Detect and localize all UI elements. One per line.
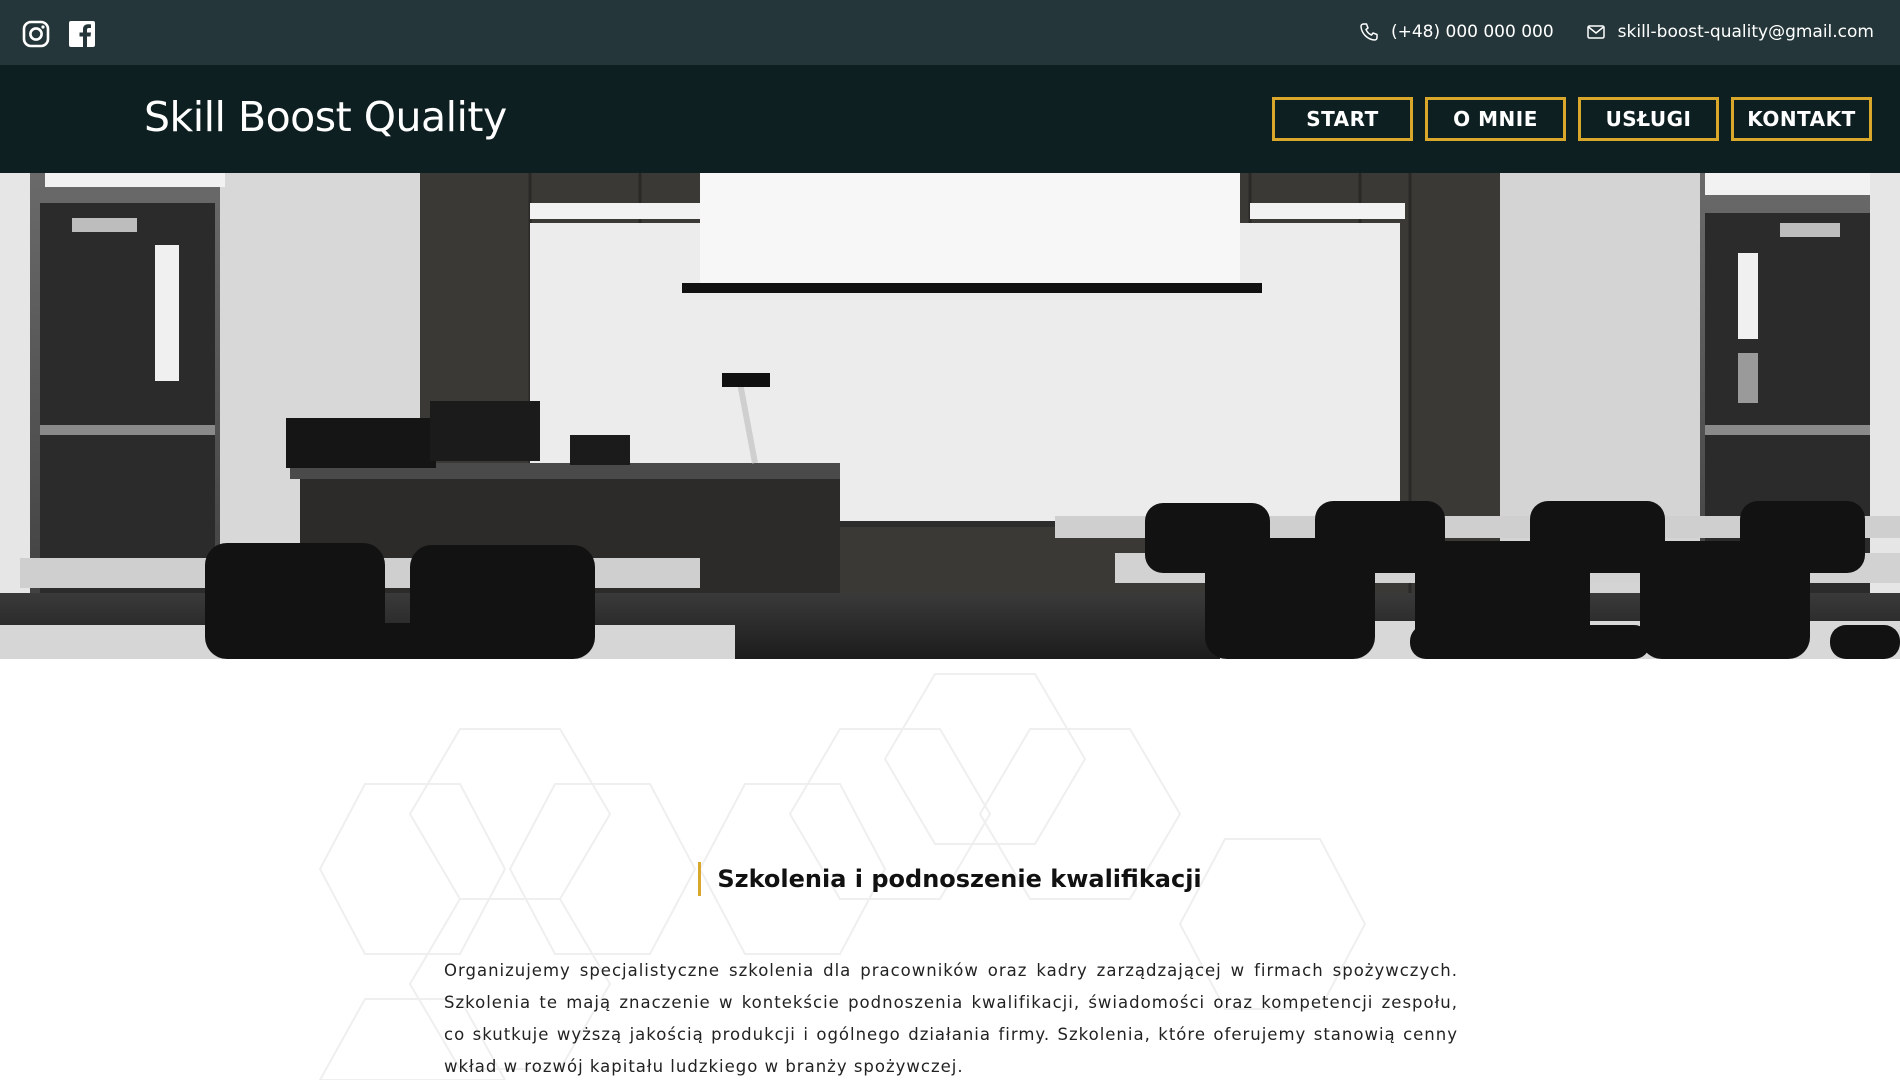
social-links bbox=[22, 20, 96, 48]
main-nav: START O MNIE USŁUGI KONTAKT bbox=[1272, 97, 1872, 141]
facebook-icon[interactable] bbox=[68, 20, 96, 48]
nav-start-button[interactable]: START bbox=[1272, 97, 1413, 141]
site-header: Skill Boost Quality START O MNIE USŁUGI … bbox=[0, 65, 1900, 173]
contact-info: (+48) 000 000 000 skill-boost-quality@gm… bbox=[1359, 22, 1874, 42]
section-paragraph: Organizujemy specjalistyczne szkolenia d… bbox=[444, 961, 1458, 1076]
top-bar: (+48) 000 000 000 skill-boost-quality@gm… bbox=[0, 0, 1900, 65]
hero-image bbox=[0, 173, 1900, 659]
classroom-photo bbox=[0, 173, 1900, 659]
mail-icon bbox=[1586, 22, 1606, 42]
email-contact[interactable]: skill-boost-quality@gmail.com bbox=[1586, 22, 1874, 42]
phone-contact[interactable]: (+48) 000 000 000 bbox=[1359, 22, 1554, 42]
nav-kontakt-button[interactable]: KONTAKT bbox=[1731, 97, 1872, 141]
email-address: skill-boost-quality@gmail.com bbox=[1617, 22, 1874, 42]
instagram-icon[interactable] bbox=[22, 20, 50, 48]
section-heading-wrap: Szkolenia i podnoszenie kwalifikacji bbox=[0, 862, 1900, 896]
section-heading: Szkolenia i podnoszenie kwalifikacji bbox=[698, 862, 1202, 896]
nav-o-mnie-button[interactable]: O MNIE bbox=[1425, 97, 1566, 141]
nav-uslugi-button[interactable]: USŁUGI bbox=[1578, 97, 1719, 141]
phone-number: (+48) 000 000 000 bbox=[1390, 22, 1554, 42]
phone-icon bbox=[1359, 22, 1379, 42]
site-logo[interactable]: Skill Boost Quality bbox=[144, 93, 507, 141]
